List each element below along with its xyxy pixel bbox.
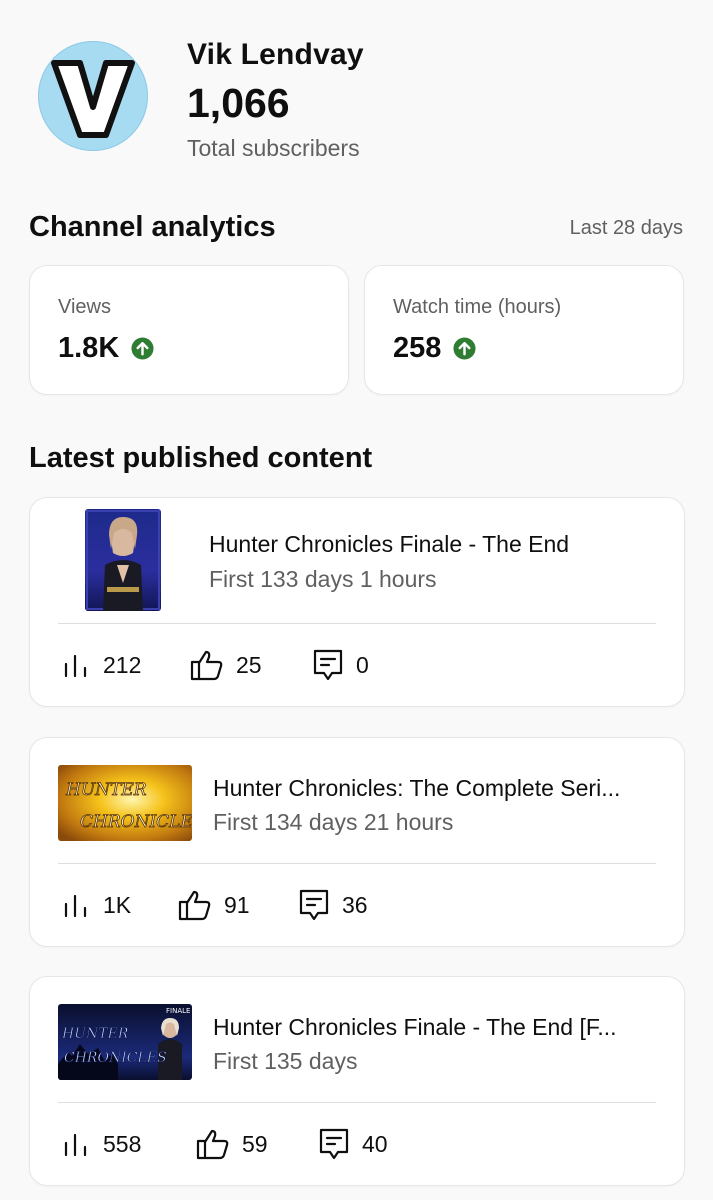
divider [58,863,656,864]
likes-stat: 91 [178,880,250,930]
views-stat: 212 [61,640,141,690]
views-count: 558 [103,1130,142,1157]
video-title: Hunter Chronicles: The Complete Seri... [213,775,621,801]
channel-header: Vik Lendvay 1,066 Total subscribers [38,38,678,168]
thumbs-up-icon [196,1129,229,1160]
video-thumbnail[interactable] [85,509,161,611]
channel-name: Vik Lendvay [187,38,364,71]
comments-count: 40 [362,1130,388,1157]
svg-text:FINALE: FINALE [166,1007,190,1015]
bar-chart-icon [64,1133,87,1157]
bar-chart-icon [64,894,87,918]
video-thumbnail[interactable]: FINALE HUNTER CHRONICLES [58,1004,192,1080]
content-card[interactable]: HUNTER CHRONICLES Hunter Chronicles: The… [29,737,685,947]
analytics-period[interactable]: Last 28 days [570,217,683,240]
comments-stat: 0 [312,640,369,690]
video-subtitle: First 133 days 1 hours [209,566,437,592]
trend-up-icon [131,337,154,360]
views-count: 212 [103,651,142,678]
watch-time-card[interactable]: Watch time (hours) 258 [364,265,684,395]
views-card[interactable]: Views 1.8K [29,265,349,395]
svg-text:CHRONICLES: CHRONICLES [64,1050,167,1066]
comments-stat: 36 [298,880,368,930]
trend-up-icon [453,337,476,360]
views-stat: 558 [61,1119,141,1169]
subscriber-count: 1,066 [187,80,290,126]
views-count: 1K [103,891,132,918]
comment-icon [299,889,329,921]
views-value-row: 1.8K [58,332,154,365]
divider [58,1102,656,1103]
thumbnail-art: HUNTER CHRONICLES [58,765,192,841]
channel-analytics-heading: Channel analytics [29,211,276,243]
thumbnail-art [85,509,161,611]
likes-stat: 25 [190,640,262,690]
likes-stat: 59 [196,1119,268,1169]
comment-icon [313,649,343,681]
latest-content-heading: Latest published content [29,442,373,474]
svg-text:HUNTER: HUNTER [61,1026,129,1042]
video-subtitle: First 135 days [213,1048,358,1074]
thumbnail-art: FINALE HUNTER CHRONICLES [58,1004,192,1080]
comments-stat: 40 [318,1119,388,1169]
views-value: 1.8K [58,332,120,364]
video-subtitle: First 134 days 21 hours [213,809,454,835]
svg-text:CHRONICLES: CHRONICLES [80,812,192,832]
channel-avatar[interactable] [38,41,148,151]
content-card[interactable]: Hunter Chronicles Finale - The End First… [29,497,685,707]
watch-time-value-row: 258 [393,332,476,365]
watch-time-label: Watch time (hours) [393,296,562,318]
comments-count: 0 [356,651,369,678]
likes-count: 25 [236,651,262,678]
avatar-letter-graphic [51,60,135,138]
divider [58,623,656,624]
thumbs-up-icon [190,650,223,681]
comments-count: 36 [342,891,368,918]
svg-text:HUNTER: HUNTER [65,780,147,800]
watch-time-value: 258 [393,332,442,364]
views-label: Views [58,296,111,318]
likes-count: 91 [224,891,250,918]
comment-icon [319,1128,349,1160]
video-title: Hunter Chronicles Finale - The End [F... [213,1014,617,1040]
content-card[interactable]: FINALE HUNTER CHRONICLES Hunter Chronicl… [29,976,685,1186]
likes-count: 59 [242,1130,268,1157]
bar-chart-icon [64,654,87,678]
subscriber-label: Total subscribers [187,135,360,161]
thumbs-up-icon [178,890,211,921]
video-title: Hunter Chronicles Finale - The End [209,531,570,557]
video-thumbnail[interactable]: HUNTER CHRONICLES [58,765,192,841]
views-stat: 1K [61,880,131,930]
